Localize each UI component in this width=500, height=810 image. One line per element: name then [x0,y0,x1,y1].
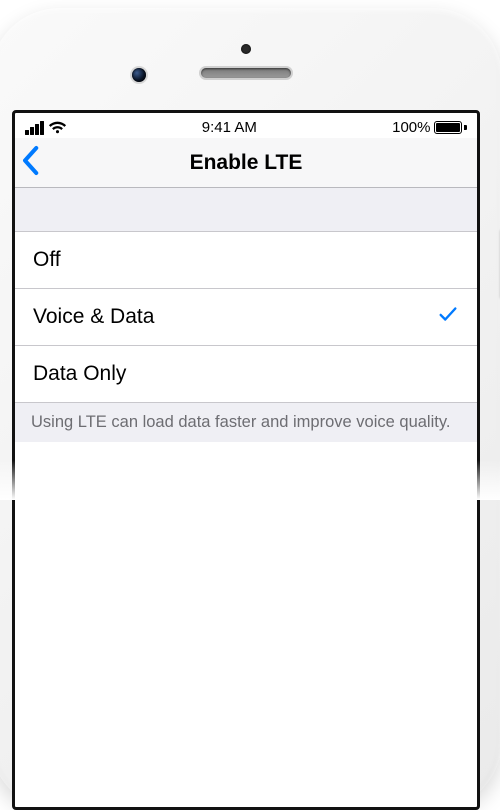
status-time: 9:41 AM [202,119,257,136]
battery-icon [434,121,467,134]
section-footer: Using LTE can load data faster and impro… [15,403,477,442]
battery-percentage: 100% [392,119,430,136]
option-label: Data Only [33,362,126,386]
settings-content: Off Voice & Data Data Only Using LTE can… [15,188,477,442]
option-voice-and-data[interactable]: Voice & Data [15,289,477,346]
front-camera [132,68,146,82]
cell-signal-icon [25,121,44,135]
checkmark-icon [437,303,459,331]
status-bar: 9:41 AM 100% [15,113,477,138]
page-title: Enable LTE [190,151,303,175]
option-data-only[interactable]: Data Only [15,346,477,403]
screen: 9:41 AM 100% Enable LTE Off [12,110,480,810]
wifi-icon [48,121,67,135]
nav-bar: Enable LTE [15,138,477,188]
option-off[interactable]: Off [15,232,477,289]
device-bezel-top [12,30,480,110]
group-spacer [15,188,477,232]
option-label: Off [33,248,61,272]
option-label: Voice & Data [33,305,154,329]
earpiece-speaker [201,68,291,78]
phone-frame: 9:41 AM 100% Enable LTE Off [0,8,500,810]
chevron-left-icon [21,145,39,175]
proximity-sensor [241,44,251,54]
back-button[interactable] [21,145,39,180]
